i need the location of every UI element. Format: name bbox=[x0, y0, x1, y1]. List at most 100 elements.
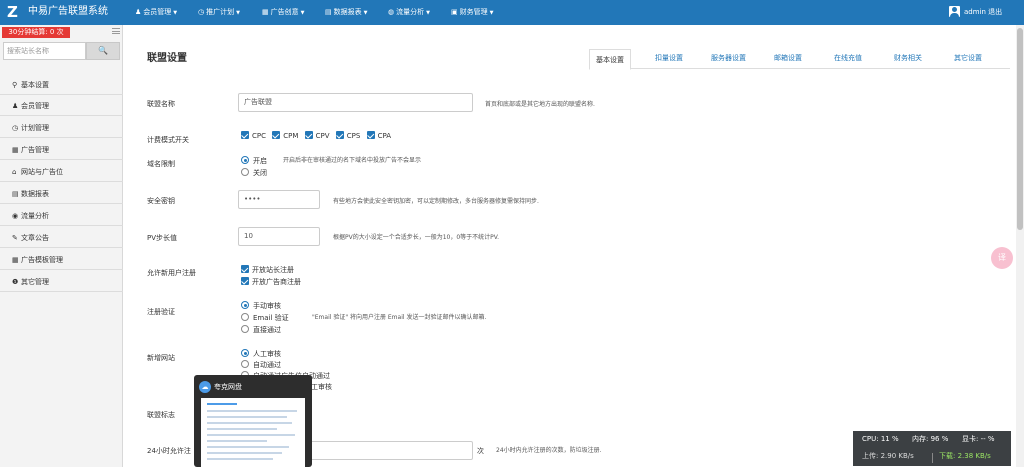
allow-register-label: 允许新用户注册 bbox=[147, 269, 196, 277]
domain-limit-off[interactable]: 关闭 bbox=[241, 168, 267, 178]
preview-title: 夸克网盘 bbox=[214, 383, 242, 391]
user-menu[interactable]: admin 退出 bbox=[964, 8, 1002, 17]
site-auto-label: 自动通过 bbox=[253, 361, 281, 369]
thumb-line bbox=[207, 428, 277, 430]
memory-label: 内存: bbox=[912, 435, 929, 443]
sidebar-item-templates[interactable]: ▦ 广告模板管理 bbox=[0, 250, 123, 270]
pv-step-input[interactable]: 10 bbox=[238, 227, 320, 246]
radio-icon bbox=[241, 313, 249, 321]
search-icon: 🔍 bbox=[98, 46, 108, 55]
union-name-input[interactable]: 广告联盟 bbox=[238, 93, 473, 112]
domain-limit-on[interactable]: 开启 bbox=[241, 156, 267, 166]
brand-name[interactable]: 中易广告联盟系统 bbox=[28, 6, 108, 18]
caret-down-icon: ▼ bbox=[363, 10, 368, 16]
sidebar-item-member[interactable]: ♟ 会员管理 bbox=[0, 96, 123, 116]
tab-recharge[interactable]: 在线充值 bbox=[834, 53, 862, 63]
logout-link[interactable]: 退出 bbox=[988, 8, 1002, 16]
sidebar-item-report[interactable]: ▤ 数据报表 bbox=[0, 184, 123, 204]
cpu-usage: CPU: 11 % bbox=[862, 434, 899, 444]
site-auto[interactable]: 自动通过 bbox=[241, 360, 281, 370]
user-avatar-icon[interactable] bbox=[949, 6, 960, 17]
site-manual[interactable]: 人工审核 bbox=[241, 349, 281, 359]
checkbox-checked-icon bbox=[272, 131, 281, 139]
username[interactable]: admin bbox=[964, 8, 986, 16]
checkbox-cpa[interactable]: CPA bbox=[366, 131, 391, 140]
brand-logo[interactable]: Z bbox=[7, 4, 22, 20]
security-key-input[interactable]: •••• bbox=[238, 190, 320, 209]
chart-icon: ▤ bbox=[325, 8, 332, 16]
daily-register-label: 24小时允许注 bbox=[147, 447, 191, 455]
thumb-line bbox=[207, 458, 273, 460]
caret-down-icon: ▼ bbox=[426, 10, 430, 16]
sidebar-item-traffic[interactable]: ◉ 流量分析 bbox=[0, 206, 123, 226]
image-icon: ▦ bbox=[12, 256, 19, 264]
caret-down-icon: ▼ bbox=[173, 10, 178, 16]
advertiser-register-label: 开放广告商注册 bbox=[252, 278, 301, 286]
tab-other[interactable]: 其它设置 bbox=[954, 53, 982, 63]
pencil-icon: ✎ bbox=[12, 234, 18, 242]
search-button[interactable]: 🔍 bbox=[86, 42, 120, 60]
nav-report[interactable]: ▤ 数据报表 ▼ bbox=[325, 7, 367, 18]
sidebar-item-articles[interactable]: ✎ 文章公告 bbox=[0, 228, 123, 248]
thumb-line bbox=[207, 446, 289, 448]
domain-limit-label: 域名限制 bbox=[147, 160, 175, 168]
pv-step-label: PV步长值 bbox=[147, 234, 178, 242]
sidebar-item-ads[interactable]: ▦ 广告管理 bbox=[0, 140, 123, 160]
sidebar-item-other[interactable]: ❶ 其它管理 bbox=[0, 272, 123, 292]
top-navbar: Z 中易广告联盟系统 ♟ 会员管理 ▼ ◷ 推广计划 ▼ ▦ 广告创意 ▼ ▤ 数据报表 ▼ ◍… bbox=[0, 0, 1024, 25]
checkbox-checked-icon bbox=[241, 277, 249, 285]
tab-finance[interactable]: 财务相关 bbox=[894, 53, 922, 63]
scrollbar-thumb[interactable] bbox=[1017, 28, 1023, 230]
radio-icon bbox=[241, 360, 249, 368]
verify-email[interactable]: Email 验证 bbox=[241, 313, 289, 323]
daily-register-hint: 24小时内允许注册的次数，防垃圾注册. bbox=[496, 447, 602, 454]
sidebar-item-label: 广告管理 bbox=[21, 146, 49, 154]
thumb-line bbox=[207, 452, 282, 454]
tab-deduction[interactable]: 扣量设置 bbox=[655, 53, 683, 63]
nav-traffic[interactable]: ◍ 流量分析 ▼ bbox=[388, 7, 430, 18]
user-icon: ♟ bbox=[12, 102, 19, 110]
verify-manual[interactable]: 手动审核 bbox=[241, 301, 281, 311]
tab-server[interactable]: 服务器设置 bbox=[711, 53, 746, 63]
verify-email-label: Email 验证 bbox=[253, 314, 289, 322]
verify-direct[interactable]: 直接通过 bbox=[241, 325, 281, 335]
checkbox-webmaster-register[interactable]: 开放站长注册 bbox=[241, 265, 294, 275]
nav-traffic-label: 流量分析 bbox=[396, 8, 425, 16]
checkbox-cpv[interactable]: CPV bbox=[304, 131, 330, 140]
preview-thumbnail bbox=[201, 398, 305, 467]
nav-creative-label: 广告创意 bbox=[270, 8, 299, 16]
cpu-value: 11 % bbox=[880, 435, 899, 443]
nav-plan[interactable]: ◷ 推广计划 ▼ bbox=[198, 7, 240, 18]
search-input[interactable]: 搜索站长名称 bbox=[3, 42, 86, 60]
tab-email[interactable]: 邮箱设置 bbox=[774, 53, 802, 63]
sidebar-item-label: 流量分析 bbox=[21, 212, 49, 220]
checkbox-checked-icon bbox=[304, 131, 313, 139]
site-manual-2-label: 工审核 bbox=[311, 383, 332, 391]
sidebar: 30分钟结算: 0 次 搜索站长名称 🔍 ⚲ 基本设置 ♟ 会员管理 ◷ 计划管理 ▦… bbox=[0, 25, 123, 467]
sidebar-item-basic[interactable]: ⚲ 基本设置 bbox=[0, 75, 123, 95]
checkbox-advertiser-register[interactable]: 开放广告商注册 bbox=[241, 277, 301, 287]
upload-label: 上传: bbox=[862, 452, 879, 460]
clock-icon: ◷ bbox=[12, 124, 19, 132]
sidebar-toggle-icon[interactable] bbox=[112, 28, 120, 34]
new-site-label: 新增网站 bbox=[147, 354, 175, 362]
nav-creative[interactable]: ▦ 广告创意 ▼ bbox=[262, 7, 304, 18]
site-manual-2[interactable]: 工审核 bbox=[311, 382, 332, 392]
verify-email-hint: "Email 验证" 将向用户注册 Email 发送一封验证邮件以确认邮箱. bbox=[312, 314, 487, 321]
sidebar-item-plan[interactable]: ◷ 计划管理 bbox=[0, 118, 123, 138]
sidebar-item-sites[interactable]: ⌂ 网站与广告位 bbox=[0, 162, 123, 182]
thumb-line bbox=[207, 416, 287, 418]
taskbar-preview-window[interactable]: ☁ 夸克网盘 bbox=[194, 375, 312, 467]
translate-float-button[interactable]: 译 bbox=[991, 247, 1013, 269]
union-name-label: 联盟名称 bbox=[147, 100, 175, 108]
tab-basic[interactable]: 基本设置 bbox=[589, 49, 631, 70]
download-speed: 下载: 2.38 KB/s bbox=[939, 451, 991, 461]
checkbox-cps[interactable]: CPS bbox=[335, 131, 360, 140]
nav-report-label: 数据报表 bbox=[333, 8, 362, 16]
eye-icon: ◉ bbox=[12, 212, 19, 220]
nav-member[interactable]: ♟ 会员管理 ▼ bbox=[135, 7, 177, 18]
home-icon: ⌂ bbox=[12, 168, 17, 176]
nav-finance[interactable]: ▣ 财务管理 ▼ bbox=[451, 7, 493, 18]
checkbox-cpm[interactable]: CPM bbox=[272, 131, 298, 140]
checkbox-cpc[interactable]: CPC bbox=[241, 131, 266, 140]
